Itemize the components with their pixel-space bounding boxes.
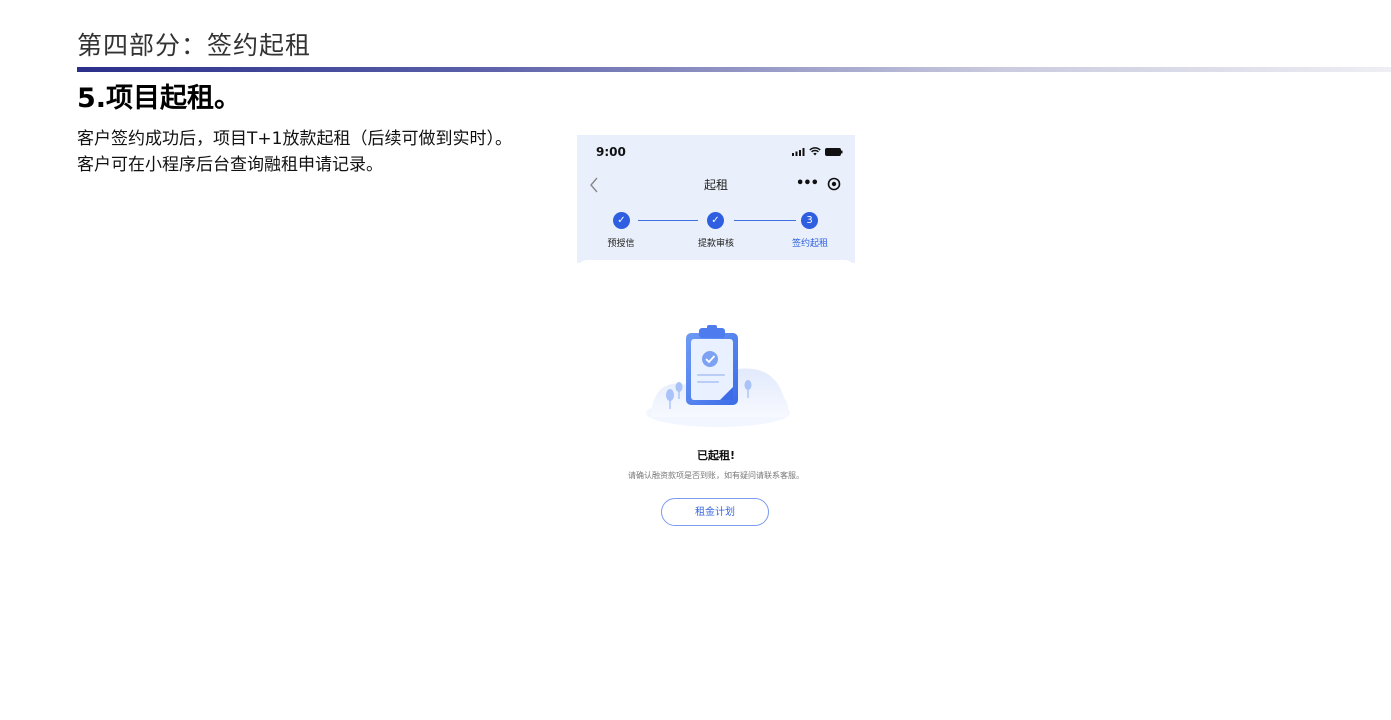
step-3-number: 3 (801, 212, 818, 229)
body-text: 客户签约成功后，项目T+1放款起租（后续可做到实时）。 客户可在小程序后台查询融… (77, 126, 547, 178)
clipboard-success-illustration (646, 325, 790, 427)
step-connector-1 (638, 220, 698, 221)
step-connector-2 (734, 220, 796, 221)
step-1-label: 预授信 (607, 239, 635, 249)
step-2-check-icon: ✓ (707, 212, 724, 229)
battery-icon (825, 147, 843, 156)
body-line-2: 客户可在小程序后台查询融租申请记录。 (77, 155, 383, 175)
status-time: 9:00 (596, 145, 626, 159)
signal-icon (792, 147, 805, 156)
more-menu-icon[interactable]: ••• (796, 176, 819, 191)
close-miniapp-icon[interactable] (827, 177, 841, 191)
rent-plan-button[interactable]: 租金计划 (661, 498, 769, 526)
wifi-icon (809, 147, 821, 156)
step-2-label: 提款审核 (697, 239, 734, 249)
section-title: 第四部分：签约起租 (77, 31, 312, 60)
status-description: 请确认融资款项是否到账，如有疑问请联系客服。 (628, 471, 804, 480)
status-title: 已起租! (696, 449, 736, 462)
step-1-check-icon: ✓ (613, 212, 630, 229)
phone-screenshot: 9:00 起租 ••• ✓ ✓ 3 预授信 提款审核 签约起租 已起租! 请确认… (577, 135, 855, 545)
status-icons (792, 147, 843, 156)
step-3-label: 签约起租 (791, 239, 828, 249)
title-divider (77, 67, 1391, 72)
slide-heading: 5.项目起租。 (77, 83, 242, 114)
body-line-1: 客户签约成功后，项目T+1放款起租（后续可做到实时）。 (77, 129, 512, 149)
